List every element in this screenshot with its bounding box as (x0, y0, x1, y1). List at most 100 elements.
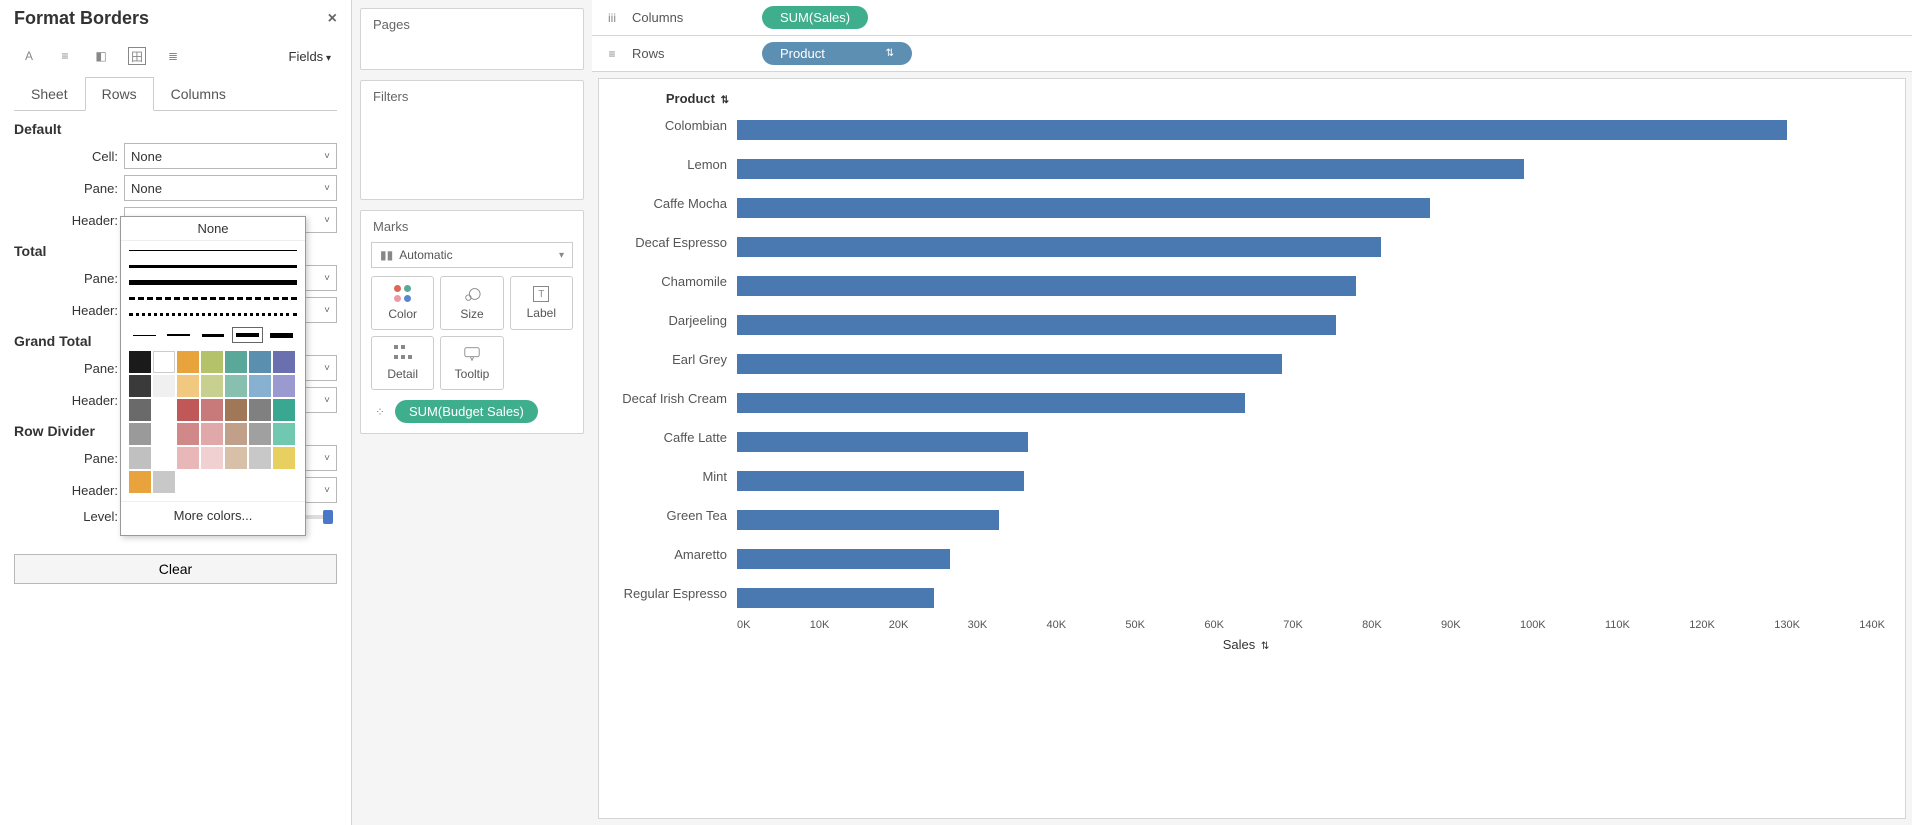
color-swatch[interactable] (201, 351, 223, 373)
color-swatch[interactable] (249, 351, 271, 373)
more-colors-button[interactable]: More colors... (121, 501, 305, 529)
popup-none-option[interactable]: None (121, 217, 305, 241)
color-swatch[interactable] (129, 423, 151, 445)
color-swatch[interactable] (273, 375, 295, 397)
sales-bar[interactable] (737, 159, 1524, 179)
close-icon[interactable]: × (328, 10, 337, 28)
color-swatch[interactable] (225, 423, 247, 445)
color-swatch[interactable] (129, 375, 151, 397)
color-swatch[interactable] (177, 375, 199, 397)
axis-tick: 0K (737, 619, 750, 631)
pages-card[interactable]: Pages (360, 8, 584, 70)
sales-bar[interactable] (737, 510, 999, 530)
color-swatch[interactable] (249, 375, 271, 397)
sales-bar[interactable] (737, 237, 1381, 257)
color-swatch[interactable] (129, 471, 151, 493)
tooltip-button[interactable]: Tooltip (440, 336, 503, 390)
sales-bar[interactable] (737, 354, 1282, 374)
x-axis-title: Sales ⇅ (607, 637, 1885, 652)
axis-tick: 70K (1283, 619, 1303, 631)
fields-dropdown[interactable]: Fields (289, 49, 332, 64)
color-swatch[interactable] (201, 447, 223, 469)
columns-pill[interactable]: SUM(Sales) (762, 6, 868, 29)
color-swatch[interactable] (177, 351, 199, 373)
tab-rows[interactable]: Rows (85, 77, 154, 111)
color-swatch[interactable] (273, 399, 295, 421)
color-swatch[interactable] (201, 423, 223, 445)
line-solid-thin[interactable] (129, 243, 297, 257)
line-solid-med[interactable] (129, 259, 297, 273)
header-label-total: Header: (14, 303, 124, 318)
color-swatch[interactable] (249, 447, 271, 469)
thickness-1[interactable] (129, 327, 159, 343)
thickness-2[interactable] (163, 327, 193, 343)
tab-columns[interactable]: Columns (154, 77, 243, 110)
thickness-5[interactable] (267, 327, 297, 343)
sort-icon[interactable]: ⇅ (721, 95, 729, 106)
sales-bar[interactable] (737, 588, 934, 608)
bars-cell (737, 106, 1885, 145)
color-swatch[interactable] (177, 423, 199, 445)
color-swatch[interactable] (225, 399, 247, 421)
shading-icon[interactable]: ◧ (92, 47, 110, 65)
color-swatch[interactable] (177, 399, 199, 421)
lines-icon[interactable]: ≣ (164, 47, 182, 65)
align-icon[interactable]: ≡ (56, 47, 74, 65)
borders-icon[interactable]: 田 (128, 47, 146, 65)
mark-type-select[interactable]: ▮▮Automatic (371, 242, 573, 268)
sales-bar[interactable] (737, 432, 1028, 452)
color-swatch[interactable] (225, 447, 247, 469)
color-swatch[interactable] (201, 399, 223, 421)
color-swatch[interactable] (273, 351, 295, 373)
color-button[interactable]: Color (371, 276, 434, 330)
sales-bar[interactable] (737, 120, 1787, 140)
sales-bar[interactable] (737, 315, 1336, 335)
axis-sort-icon[interactable]: ⇅ (1261, 641, 1269, 652)
row-label: Decaf Espresso (607, 235, 737, 250)
cell-select[interactable]: None (124, 143, 337, 169)
pane-select-default[interactable]: None (124, 175, 337, 201)
color-swatch[interactable] (249, 399, 271, 421)
budget-sales-pill[interactable]: SUM(Budget Sales) (395, 400, 538, 423)
color-swatch[interactable] (153, 351, 175, 373)
row-label: Regular Espresso (607, 586, 737, 601)
tooltip-button-label: Tooltip (455, 367, 490, 381)
sales-bar[interactable] (737, 393, 1245, 413)
columns-shelf[interactable]: iii Columns SUM(Sales) (592, 0, 1912, 36)
sales-bar[interactable] (737, 549, 950, 569)
color-swatch[interactable] (225, 375, 247, 397)
line-dotted[interactable] (129, 307, 297, 321)
color-swatch[interactable] (129, 351, 151, 373)
sales-bar[interactable] (737, 276, 1356, 296)
color-swatch[interactable] (225, 351, 247, 373)
mark-type-value: ▮▮Automatic (380, 248, 453, 262)
color-swatch[interactable] (129, 399, 151, 421)
slider-thumb[interactable] (323, 510, 333, 524)
row-label: Caffe Mocha (607, 196, 737, 211)
thickness-3[interactable] (198, 327, 228, 343)
color-swatch[interactable] (201, 375, 223, 397)
color-swatch[interactable] (273, 447, 295, 469)
line-dashed[interactable] (129, 291, 297, 305)
thickness-4[interactable] (232, 327, 262, 343)
color-swatch[interactable] (153, 471, 175, 493)
line-solid-thick[interactable] (129, 275, 297, 289)
sales-bar[interactable] (737, 198, 1430, 218)
detail-button[interactable]: Detail (371, 336, 434, 390)
rows-shelf[interactable]: ≡ Rows Product ⇅ (592, 36, 1912, 72)
color-swatch[interactable] (273, 423, 295, 445)
clear-button[interactable]: Clear (14, 554, 337, 584)
color-swatch[interactable] (153, 375, 175, 397)
size-button[interactable]: Size (440, 276, 503, 330)
label-button[interactable]: T Label (510, 276, 573, 330)
tab-sheet[interactable]: Sheet (14, 77, 85, 110)
filters-card[interactable]: Filters (360, 80, 584, 200)
rows-pill[interactable]: Product ⇅ (762, 42, 912, 65)
color-swatch[interactable] (249, 423, 271, 445)
chart-area: Product ⇅ ColombianLemonCaffe MochaDecaf… (598, 78, 1906, 819)
color-swatch[interactable] (129, 447, 151, 469)
color-swatch[interactable] (177, 447, 199, 469)
font-icon[interactable]: A (20, 47, 38, 65)
sales-bar[interactable] (737, 471, 1024, 491)
row-label: Lemon (607, 157, 737, 172)
